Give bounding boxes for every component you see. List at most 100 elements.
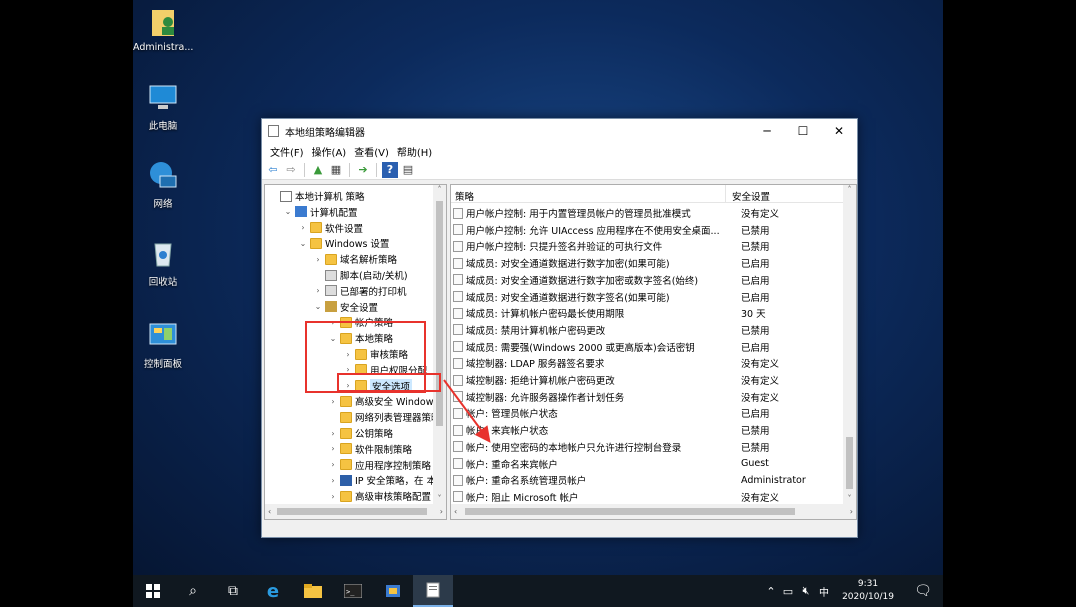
list-item[interactable]: 帐户: 重命名来宾帐户 Guest xyxy=(453,456,769,472)
tree-item[interactable]: ⌄ Windows 设置 xyxy=(298,235,389,251)
gpedit-taskbar-icon[interactable] xyxy=(413,575,453,607)
list-item[interactable]: 域成员: 对安全通道数据进行数字加密(如果可能) 已启用 xyxy=(453,255,770,271)
tree-item[interactable]: 本地计算机 策略 xyxy=(268,188,365,204)
chevron-right-icon[interactable]: › xyxy=(328,444,338,453)
list-item[interactable]: 域成员: 对安全通道数据进行数字加密或数字签名(始终) 已启用 xyxy=(453,272,770,288)
list-item[interactable]: 帐户: 来宾帐户状态 已禁用 xyxy=(453,422,770,438)
tree-item[interactable]: › 应用程序控制策略 xyxy=(328,457,431,473)
chevron-right-icon[interactable]: › xyxy=(313,255,323,264)
network-status-icon[interactable]: ▭ xyxy=(779,575,797,607)
tree-item[interactable]: › 域名解析策略 xyxy=(313,251,397,267)
chevron-right-icon[interactable]: › xyxy=(328,460,338,469)
folder-icon xyxy=(340,395,352,407)
export-list-icon[interactable]: ➔ xyxy=(355,162,371,178)
list-item[interactable]: 用户帐户控制: 允许 UIAccess 应用程序在不使用安全桌面... 已禁用 xyxy=(453,222,770,238)
folder-icon xyxy=(310,222,322,234)
minimize-button[interactable]: ─ xyxy=(749,119,785,143)
chevron-right-icon[interactable]: › xyxy=(313,286,323,295)
list-item[interactable]: 帐户: 重命名系统管理员帐户 Administrator xyxy=(453,472,806,488)
list-item[interactable]: 帐户: 管理员帐户状态 已启用 xyxy=(453,405,770,421)
tree-item[interactable]: ›高级安全 Windows Defender xyxy=(328,393,446,409)
edge-browser-icon[interactable]: e xyxy=(253,575,293,607)
policy-name: 帐户: 阻止 Microsoft 帐户 xyxy=(466,492,579,504)
tree-item[interactable]: › 高级审核策略配置 xyxy=(328,488,431,504)
server-manager-icon[interactable] xyxy=(373,575,413,607)
list-item[interactable]: 域成员: 禁用计算机帐户密码更改 已禁用 xyxy=(453,322,770,338)
tree-item[interactable]: 脚本(启动/关机) xyxy=(313,267,408,283)
tree-item[interactable]: ›IP 安全策略，在 本地计算机 xyxy=(328,472,446,488)
chevron-right-icon[interactable]: › xyxy=(328,429,338,438)
tree-item[interactable]: › 公钥策略 xyxy=(328,425,393,441)
tree-item[interactable]: › 软件设置 xyxy=(298,220,363,236)
windows-start-icon[interactable] xyxy=(133,575,173,607)
back-icon[interactable]: ⇦ xyxy=(265,162,281,178)
tree-item[interactable]: › 软件限制策略 xyxy=(328,441,412,457)
list-horizontal-scrollbar[interactable]: ‹ › xyxy=(451,504,856,519)
tree-item[interactable]: ⌄ 安全设置 xyxy=(313,299,378,315)
list-item[interactable]: 域成员: 计算机帐户密码最长使用期限 30 天 xyxy=(453,305,766,321)
list-item[interactable]: 帐户: 使用空密码的本地帐户只允许进行控制台登录 已禁用 xyxy=(453,439,770,455)
menu-file[interactable]: 文件(F) xyxy=(266,144,308,159)
policy-setting: 没有定义 xyxy=(741,376,780,387)
chevron-right-icon[interactable]: › xyxy=(328,492,338,501)
chevron-right-icon[interactable]: › xyxy=(328,476,338,485)
app-icon xyxy=(268,125,279,137)
desktop-icon-user[interactable]: Administra... xyxy=(133,4,193,53)
column-header-setting[interactable]: 安全设置 xyxy=(726,185,776,203)
chevron-down-icon[interactable]: ⌄ xyxy=(283,207,293,216)
tree-item[interactable]: ⌄ 计算机配置 xyxy=(283,204,358,220)
list-item[interactable]: 用户帐户控制: 只提升签名并验证的可执行文件 已禁用 xyxy=(453,238,770,254)
desktop-icon-control-panel[interactable]: 控制面板 xyxy=(133,318,193,370)
tree-item[interactable]: › 已部署的打印机 xyxy=(313,283,407,299)
tree-item-label: 公钥策略 xyxy=(355,429,394,440)
toolbar-separator xyxy=(349,162,350,177)
menu-help[interactable]: 帮助(H) xyxy=(393,144,436,159)
chevron-right-icon[interactable]: › xyxy=(298,223,308,232)
list-item[interactable]: 域成员: 对安全通道数据进行数字签名(如果可能) 已启用 xyxy=(453,289,770,305)
list-item[interactable]: 域成员: 需要强(Windows 2000 或更高版本)会话密钥 已启用 xyxy=(453,339,770,355)
title-bar[interactable]: 本地组策略编辑器 ─ ☐ ✕ xyxy=(262,119,857,143)
desktop-icon-recycle-bin[interactable]: 回收站 xyxy=(133,236,193,288)
tree-vertical-scrollbar[interactable]: ˄ ˅ xyxy=(433,185,446,505)
network-icon xyxy=(146,158,180,192)
clock[interactable]: 9:31 2020/10/19 xyxy=(833,578,903,604)
show-hide-tree-icon[interactable]: ▦ xyxy=(328,162,344,178)
list-item[interactable]: 帐户: 阻止 Microsoft 帐户 没有定义 xyxy=(453,489,779,505)
tree-item-label: 脚本(启动/关机) xyxy=(340,271,408,282)
tree-horizontal-scrollbar[interactable]: ‹ › xyxy=(265,504,446,519)
close-button[interactable]: ✕ xyxy=(821,119,857,143)
chevron-down-icon[interactable]: ⌄ xyxy=(298,239,308,248)
desktop-icon-label: 回收站 xyxy=(148,277,178,288)
up-folder-icon[interactable]: ▲ xyxy=(310,162,326,178)
policy-name: 域控制器: 允许服务器操作者计划任务 xyxy=(466,392,625,404)
help-icon[interactable]: ? xyxy=(382,161,398,178)
task-view-icon[interactable]: ⧉ xyxy=(213,575,253,607)
folder-icon xyxy=(340,427,352,439)
list-item[interactable]: 用户帐户控制: 用于内置管理员帐户的管理员批准模式 没有定义 xyxy=(453,205,779,221)
menu-action[interactable]: 操作(A) xyxy=(308,144,351,159)
policy-item-icon xyxy=(453,424,463,436)
list-item[interactable]: 域控制器: 允许服务器操作者计划任务 没有定义 xyxy=(453,389,779,405)
notification-icon[interactable]: 🗨︎ xyxy=(903,575,943,607)
search-icon[interactable]: ⌕ xyxy=(173,575,213,607)
policy-name: 帐户: 重命名系统管理员帐户 xyxy=(466,476,587,488)
folder-icon xyxy=(340,411,352,423)
tree-item[interactable]: 网络列表管理器策略 xyxy=(328,409,441,425)
chevron-right-icon[interactable]: › xyxy=(328,397,338,406)
list-vertical-scrollbar[interactable]: ˄ ˅ xyxy=(843,185,856,505)
volume-muted-icon[interactable]: 🔇︎ xyxy=(797,575,815,607)
chevron-down-icon[interactable]: ⌄ xyxy=(313,302,323,311)
chevron-up-icon[interactable]: ⌃ xyxy=(763,575,779,607)
properties-icon[interactable]: ▤ xyxy=(400,162,416,178)
forward-icon[interactable]: ⇨ xyxy=(283,162,299,178)
desktop-icon-this-pc[interactable]: 此电脑 xyxy=(133,80,193,132)
control-panel-icon xyxy=(146,318,180,352)
list-item[interactable]: 域控制器: 拒绝计算机帐户密码更改 没有定义 xyxy=(453,372,779,388)
cmd-icon[interactable]: >_ xyxy=(333,575,373,607)
list-item[interactable]: 域控制器: LDAP 服务器签名要求 没有定义 xyxy=(453,355,779,371)
desktop-icon-network[interactable]: 网络 xyxy=(133,158,193,210)
maximize-button[interactable]: ☐ xyxy=(785,119,821,143)
file-explorer-icon[interactable] xyxy=(293,575,333,607)
ime-indicator[interactable]: 中 xyxy=(815,575,833,607)
menu-view[interactable]: 查看(V) xyxy=(350,144,393,159)
